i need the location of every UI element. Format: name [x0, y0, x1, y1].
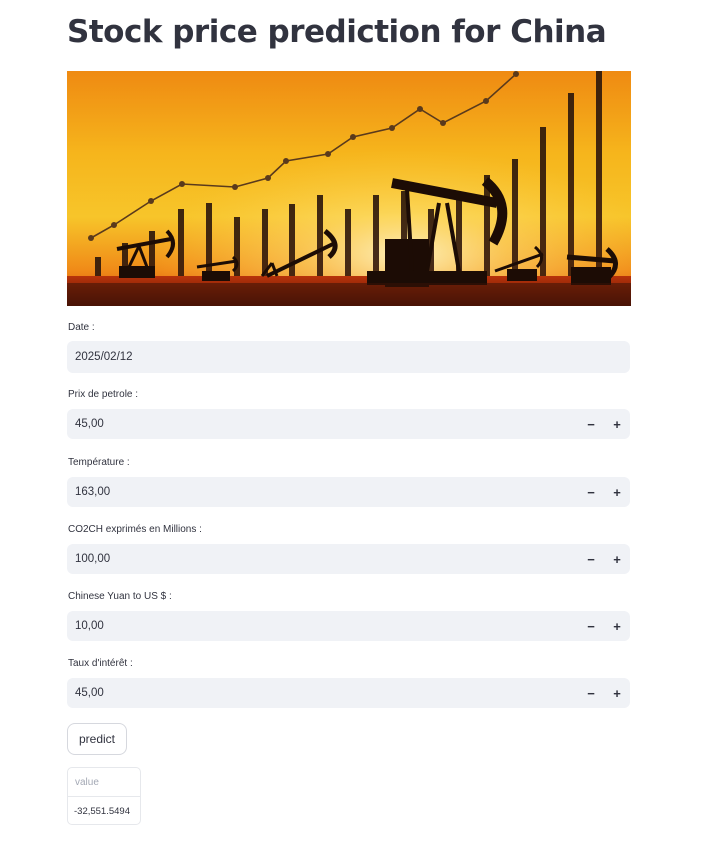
- temperature-value: 163,00: [75, 486, 111, 498]
- temperature-label: Température :: [68, 457, 130, 468]
- yuan-usd-input[interactable]: 10,00 − +: [67, 611, 630, 641]
- oil-pumpjack-chart-image: [67, 71, 631, 306]
- co2-label: CO2CH exprimés en Millions :: [68, 524, 202, 535]
- result-table: value -32,551.5494: [67, 767, 141, 825]
- decorative-mark: [651, 78, 655, 82]
- co2-increment-button[interactable]: +: [604, 544, 630, 574]
- co2-decrement-button[interactable]: −: [578, 544, 604, 574]
- taux-label: Taux d'intérêt :: [68, 658, 133, 669]
- prix-petrole-input[interactable]: 45,00 − +: [67, 409, 630, 439]
- co2-input[interactable]: 100,00 − +: [67, 544, 630, 574]
- prix-petrole-increment-button[interactable]: +: [604, 409, 630, 439]
- yuan-usd-value: 10,00: [75, 620, 104, 632]
- taux-decrement-button[interactable]: −: [578, 678, 604, 708]
- result-column-header: value: [68, 768, 140, 797]
- temperature-increment-button[interactable]: +: [604, 477, 630, 507]
- taux-increment-button[interactable]: +: [604, 678, 630, 708]
- date-input[interactable]: 2025/02/12: [67, 341, 630, 373]
- date-value: 2025/02/12: [75, 351, 133, 363]
- taux-input[interactable]: 45,00 − +: [67, 678, 630, 708]
- yuan-usd-label: Chinese Yuan to US $ :: [68, 591, 172, 602]
- page-title: Stock price prediction for China: [67, 14, 607, 50]
- temperature-input[interactable]: 163,00 − +: [67, 477, 630, 507]
- result-value-cell: -32,551.5494: [74, 805, 130, 817]
- temperature-decrement-button[interactable]: −: [578, 477, 604, 507]
- date-label: Date :: [68, 322, 95, 333]
- prix-petrole-label: Prix de petrole :: [68, 389, 139, 400]
- co2-value: 100,00: [75, 553, 111, 565]
- yuan-usd-decrement-button[interactable]: −: [578, 611, 604, 641]
- prix-petrole-decrement-button[interactable]: −: [578, 409, 604, 439]
- yuan-usd-increment-button[interactable]: +: [604, 611, 630, 641]
- prix-petrole-value: 45,00: [75, 418, 104, 430]
- taux-value: 45,00: [75, 687, 104, 699]
- predict-button[interactable]: predict: [67, 723, 127, 755]
